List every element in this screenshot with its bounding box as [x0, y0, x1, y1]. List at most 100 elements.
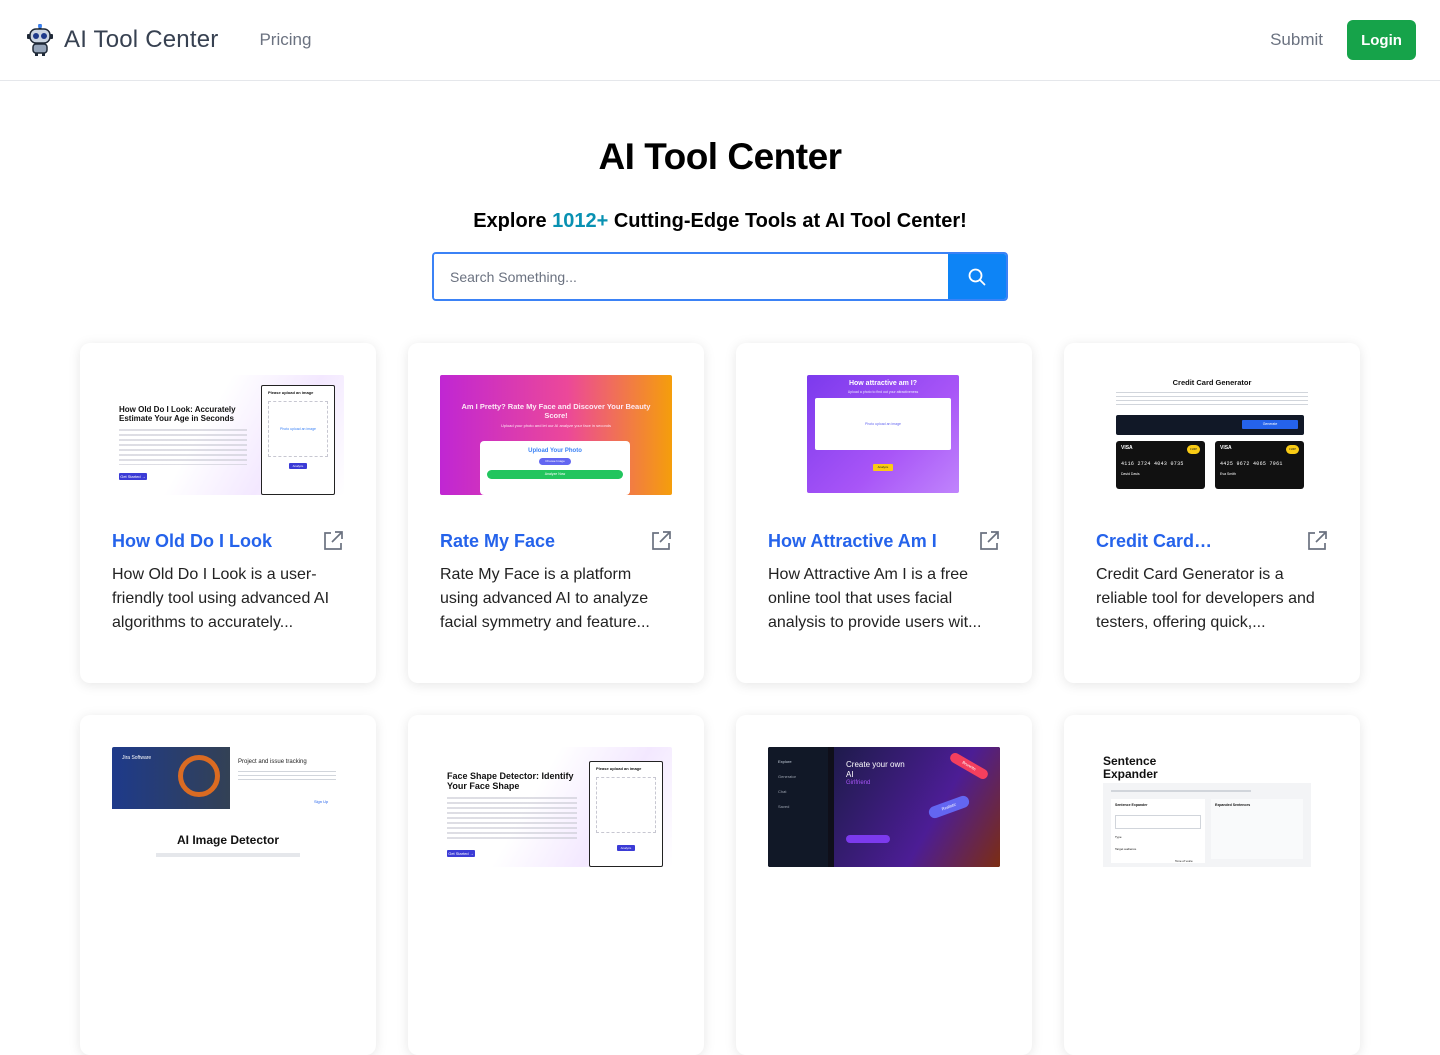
tool-card[interactable]: Jira Software Project and issue tracking… — [80, 715, 376, 1055]
header-actions: Submit Login — [1270, 20, 1416, 60]
external-link-icon[interactable] — [978, 530, 1000, 552]
hero-subtitle-prefix: Explore — [473, 210, 553, 232]
search-button[interactable] — [948, 254, 1006, 299]
thumb-text-lines — [447, 797, 577, 841]
thumb-ad-graphic — [178, 755, 220, 797]
tool-count: 1012+ — [552, 210, 609, 232]
thumb-form-bar: Generate — [1116, 415, 1304, 435]
tool-card[interactable]: How attractive am I? Upload a photo to f… — [736, 343, 1032, 683]
thumb-button: Get Started → — [447, 850, 475, 857]
tool-thumbnail[interactable]: Jira Software Project and issue tracking… — [112, 747, 344, 867]
card-header: How Attractive Am I — [768, 530, 1000, 552]
tool-card[interactable]: Sentence Expander Sentence Expander Type… — [1064, 715, 1360, 1055]
thumb-heading: Sentence Expander — [1103, 754, 1158, 781]
thumb-text-lines — [156, 853, 300, 857]
thumb-upload-panel: Upload Your Photo Choose Image Analyze N… — [480, 441, 630, 495]
external-link-icon[interactable] — [650, 530, 672, 552]
thumb-side-menu: Explore Generator Chat Saved — [768, 747, 828, 867]
tool-card[interactable]: How Old Do I Look: Accurately Estimate Y… — [80, 343, 376, 683]
thumb-type-label: Type — [1115, 835, 1122, 839]
thumb-text-lines — [1111, 790, 1251, 792]
thumb-generate-btn: Generate — [1242, 420, 1298, 429]
thumb-menu-item: Explore — [778, 759, 792, 764]
top-nav: AI Tool Center Pricing Submit Login — [0, 0, 1440, 81]
tool-description: How Attractive Am I is a free online too… — [768, 566, 982, 631]
hero-subtitle-suffix: Cutting-Edge Tools at AI Tool Center! — [608, 210, 967, 232]
thumb-card-number: 4116 2724 4043 0735 — [1121, 461, 1184, 467]
nav-pricing-link[interactable]: Pricing — [259, 30, 311, 50]
tool-thumbnail[interactable]: Credit Card Generator Generate VISA CHIP… — [1096, 375, 1328, 495]
thumb-heading: Create your own AI — [846, 760, 905, 779]
thumb-card-name: Eva Smith — [1220, 472, 1236, 476]
tool-thumbnail[interactable]: Am I Pretty? Rate My Face and Discover Y… — [440, 375, 672, 495]
thumb-card-name: David Davis — [1121, 472, 1140, 476]
thumb-panel-title: Please upload an image — [596, 766, 642, 771]
brand-name: AI Tool Center — [64, 26, 219, 53]
search-icon — [968, 268, 986, 285]
thumb-analyze-btn: Analyze — [617, 845, 635, 851]
thumb-heading: Face Shape Detector: Identify Your Face … — [447, 771, 574, 791]
thumb-button: Get Started → — [119, 473, 147, 480]
tool-thumbnail[interactable]: How Old Do I Look: Accurately Estimate Y… — [112, 375, 344, 495]
thumb-input-col: Sentence Expander Type Target audience — [1111, 799, 1205, 863]
thumb-card-chip: CHIP — [1187, 445, 1200, 454]
thumb-ad-cta: Sign Up — [314, 799, 329, 804]
search-input[interactable] — [434, 254, 948, 299]
thumb-dropzone: Photo upload an image — [815, 398, 951, 450]
tool-card[interactable]: Face Shape Detector: Identify Your Face … — [408, 715, 704, 1055]
thumb-output-col: Expanded Sentences Tone of voice — [1175, 799, 1303, 863]
thumb-panel-title: Please upload an image — [268, 390, 314, 395]
thumb-credit-card: VISA CHIP 4116 2724 4043 0735 David Davi… — [1116, 441, 1205, 489]
tool-thumbnail[interactable]: Explore Generator Chat Saved Create your… — [768, 747, 1000, 867]
thumb-card-number: 4425 9672 4065 7961 — [1220, 461, 1283, 467]
thumb-analyze-btn: Analyze Now — [487, 470, 623, 479]
tool-title[interactable]: Rate My Face — [440, 531, 555, 552]
thumb-menu-item: Saved — [778, 804, 790, 809]
tool-title[interactable]: How Attractive Am I — [768, 531, 937, 552]
login-button[interactable]: Login — [1347, 20, 1416, 60]
thumb-heading: How attractive am I? — [848, 380, 918, 387]
hero-subtitle: Explore 1012+ Cutting-Edge Tools at AI T… — [0, 210, 1440, 233]
thumb-heading: Credit Card Generator — [1172, 378, 1252, 387]
thumb-menu-item: Chat — [778, 789, 787, 794]
tool-title[interactable]: Credit Card Generator — [1096, 531, 1214, 552]
tool-title[interactable]: How Old Do I Look — [112, 531, 272, 552]
thumb-dropzone: Photo upload an image — [268, 401, 328, 457]
nav-submit-link[interactable]: Submit — [1270, 30, 1323, 50]
thumb-text-lines — [238, 771, 336, 781]
brand-logo[interactable]: AI Tool Center — [26, 24, 218, 56]
thumb-choose-btn: Choose Image — [539, 458, 571, 465]
thumb-dropzone — [596, 777, 656, 833]
tool-thumbnail[interactable]: How attractive am I? Upload a photo to f… — [768, 375, 1000, 495]
thumb-analyze-btn: Analyze — [289, 463, 307, 469]
external-link-icon[interactable] — [1306, 530, 1328, 552]
tool-grid: How Old Do I Look: Accurately Estimate Y… — [80, 343, 1360, 1055]
thumb-accent: Girlfriend — [846, 780, 871, 786]
tool-card[interactable]: Am I Pretty? Rate My Face and Discover Y… — [408, 343, 704, 683]
thumb-textarea — [1115, 815, 1201, 829]
tool-description: Credit Card Generator is a reliable tool… — [1096, 566, 1315, 631]
thumb-frame: How attractive am I? Upload a photo to f… — [807, 375, 959, 493]
card-header: Credit Card Generator — [1096, 530, 1328, 552]
tool-card[interactable]: Credit Card Generator Generate VISA CHIP… — [1064, 343, 1360, 683]
thumb-tone-label: Tone of voice — [1175, 859, 1193, 863]
robot-icon — [27, 24, 53, 56]
tool-thumbnail[interactable]: Sentence Expander Sentence Expander Type… — [1096, 747, 1328, 867]
thumb-cta — [846, 835, 890, 843]
thumb-text-lines — [1116, 392, 1308, 406]
thumb-subline: Upload your photo and let our AI analyze… — [500, 423, 612, 428]
thumb-ad-banner: Jira Software — [112, 747, 230, 809]
card-header: How Old Do I Look — [112, 530, 344, 552]
thumb-col-title: Sentence Expander — [1115, 803, 1148, 807]
thumb-heading: Am I Pretty? Rate My Face and Discover Y… — [461, 402, 651, 420]
thumb-text-lines — [119, 429, 247, 465]
thumb-panel: Sentence Expander Type Target audience E… — [1103, 783, 1311, 867]
external-link-icon[interactable] — [322, 530, 344, 552]
thumb-analyze-btn: Analyze — [873, 464, 893, 471]
thumb-card-chip: CHIP — [1286, 445, 1299, 454]
tool-card[interactable]: Explore Generator Chat Saved Create your… — [736, 715, 1032, 1055]
thumb-credit-card: VISA CHIP 4425 9672 4065 7961 Eva Smith — [1215, 441, 1304, 489]
tool-thumbnail[interactable]: Face Shape Detector: Identify Your Face … — [440, 747, 672, 867]
thumb-col-title: Expanded Sentences — [1215, 803, 1251, 807]
thumb-tag: Realistic — [927, 794, 971, 820]
